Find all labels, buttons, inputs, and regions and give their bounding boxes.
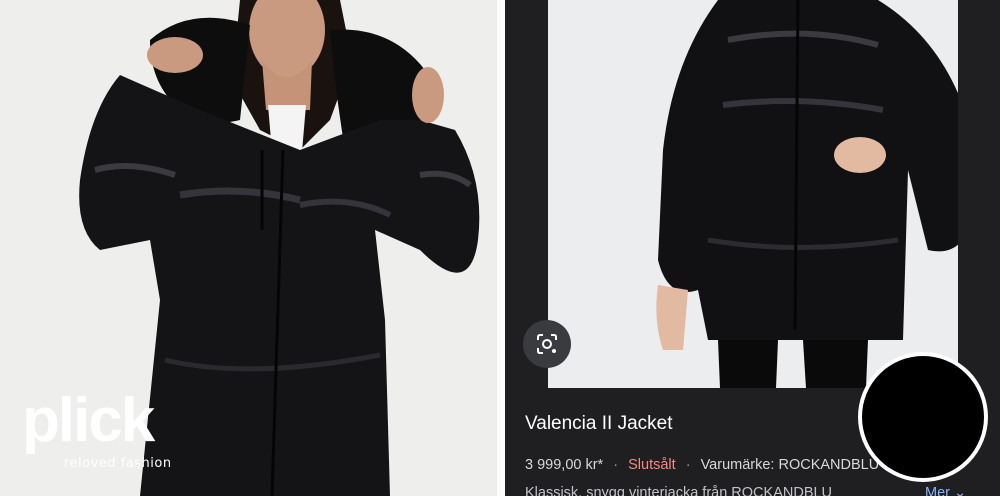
plick-logo: plick reloved fashion <box>22 388 197 478</box>
result-price: 3 999,00 kr* <box>525 457 604 473</box>
avatar-circle <box>858 352 988 482</box>
result-description: Klassisk, snygg vinterjacka från ROCKAND… <box>525 485 833 496</box>
result-meta-line: 3 999,00 kr* · Slutsålt · Varumärke: ROC… <box>525 457 879 473</box>
lens-search-button[interactable] <box>523 320 571 368</box>
result-product-image[interactable] <box>548 0 958 388</box>
jacket-closeup-illustration <box>656 0 958 388</box>
stock-status: Slutsålt <box>628 457 676 473</box>
more-button[interactable]: Mer ⌄ <box>925 485 966 496</box>
image-divider <box>497 0 505 496</box>
meta-separator: · <box>613 457 619 473</box>
logo-wordmark: plick <box>22 386 155 455</box>
result-title[interactable]: Valencia II Jacket <box>525 413 673 435</box>
result-brand: Varumärke: ROCKANDBLU <box>700 457 880 473</box>
left-product-photo: plick reloved fashion <box>0 0 497 496</box>
meta-separator: · <box>685 457 691 473</box>
google-lens-icon <box>537 334 557 354</box>
logo-tagline: reloved fashion <box>64 456 172 471</box>
